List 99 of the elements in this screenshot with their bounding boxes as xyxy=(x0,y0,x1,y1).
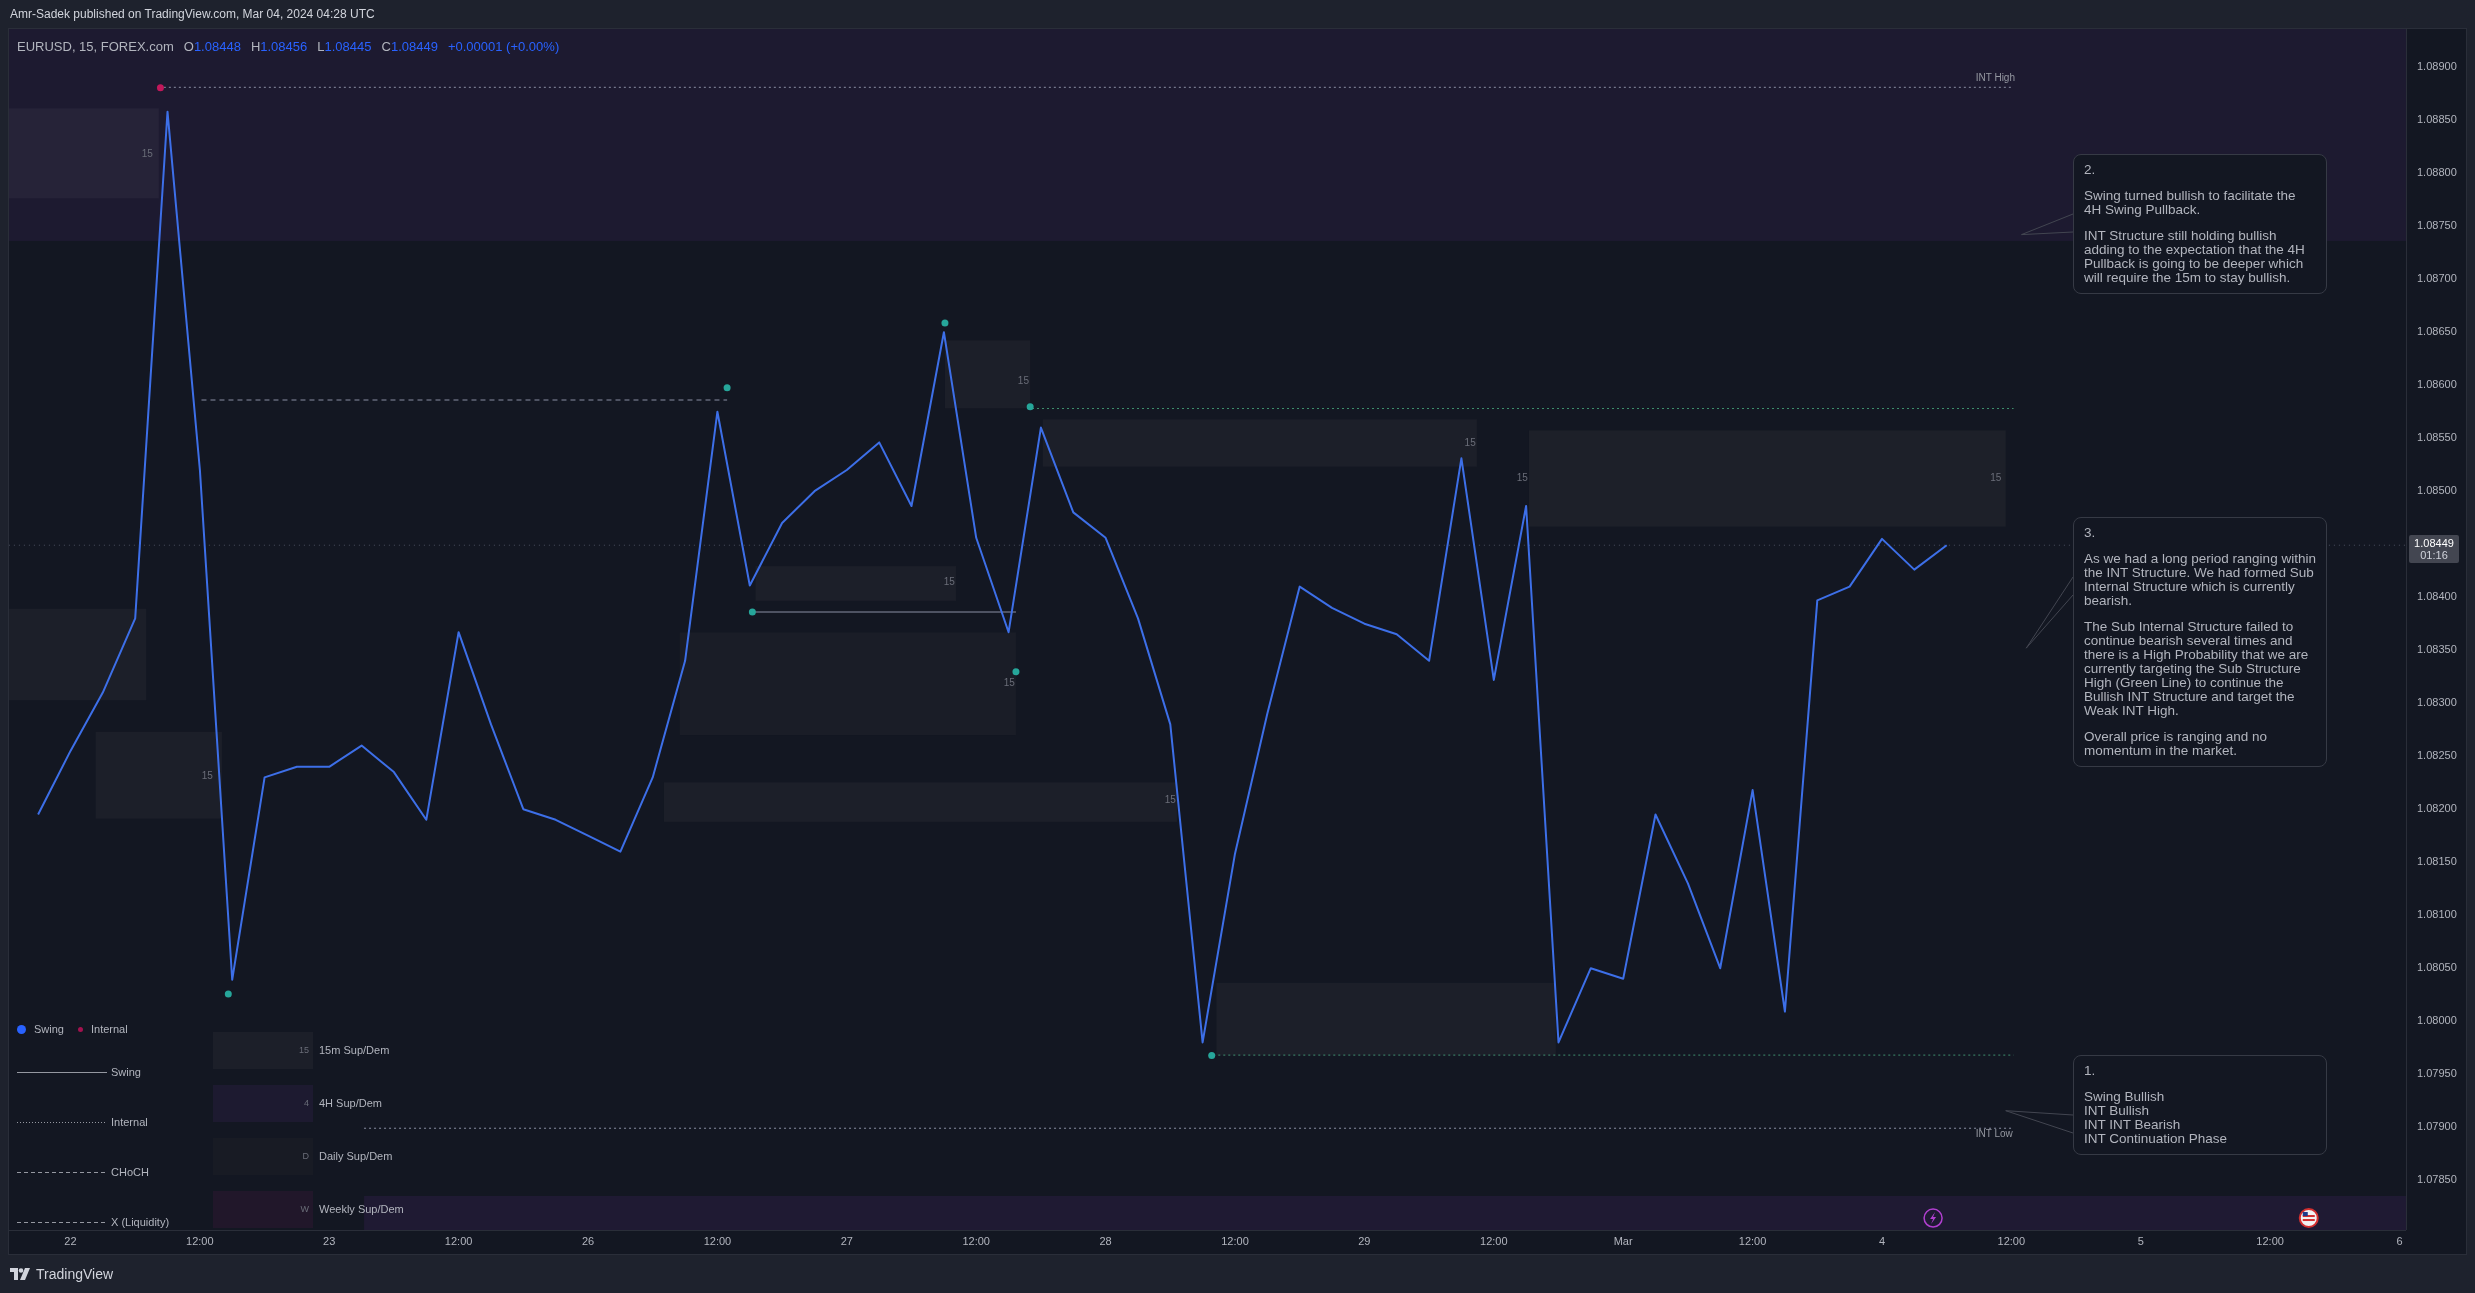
note-text: Swing Bullish INT Bullish INT INT Bearish INT Continuation Phase xyxy=(2084,1090,2229,1146)
level-label: INT Low xyxy=(1975,1129,2013,1140)
note-text: Overall price is ranging and no momentum in the market. xyxy=(2084,730,2269,758)
zone-label: 15 xyxy=(1003,677,1015,688)
price-axis-label: 1.08400 xyxy=(2417,591,2457,603)
time-axis-label: 12:00 xyxy=(703,1236,732,1247)
legend-label: X (Liquidity) xyxy=(111,1214,170,1230)
logo-icon xyxy=(10,1268,30,1280)
note-text: Swing turned bullish to facilitate the 4H Swing Pullback. xyxy=(2084,189,2297,217)
dashed-line-icon xyxy=(17,1170,107,1174)
time-axis-label: Mar xyxy=(1613,1236,1633,1247)
time-axis-label: 12:00 xyxy=(1221,1236,1249,1247)
bar-countdown: 01:16 xyxy=(2420,549,2448,562)
legend-label: 4H Sup/Dem xyxy=(319,1096,382,1112)
time-axis-label: 12:00 xyxy=(1480,1236,1508,1247)
swing-point-marker xyxy=(156,84,164,92)
price-axis-label: 1.07850 xyxy=(2417,1174,2457,1186)
time-axis-label: 6 xyxy=(2396,1236,2403,1247)
swing-point-marker xyxy=(748,608,756,616)
legend-label: Swing xyxy=(34,1021,64,1037)
symbol-name: EURUSD, 15, FOREX.com xyxy=(17,38,174,56)
zone-label: 15 xyxy=(1516,472,1528,483)
price-axis-label: 1.08350 xyxy=(2417,644,2457,656)
time-axis-label: 4 xyxy=(1878,1236,1885,1247)
solid-line-icon xyxy=(17,1070,107,1074)
zone-tag: D xyxy=(302,1149,309,1164)
swing-point-marker xyxy=(723,384,731,392)
dotted-line-icon xyxy=(17,1120,107,1124)
zone-label: 15 xyxy=(141,149,153,160)
price-axis-label: 1.08200 xyxy=(2417,803,2457,815)
legend-label: Internal xyxy=(90,1021,128,1037)
note-text: The Sub Internal Structure failed to continue bearish several times and there is a High Probability that we are currently targeting the Sub Structure High (Green Line) to continue the Bullish INT Structure and target the Weak INT High. xyxy=(2084,620,2310,718)
zone-tag: W xyxy=(300,1202,309,1217)
zone-label: 15 xyxy=(1464,437,1476,448)
zone-label: 15 xyxy=(1164,794,1176,805)
ohlc-value: H1.08456 xyxy=(250,38,308,56)
zone-label: 15 xyxy=(1017,376,1029,387)
flag-icon xyxy=(2298,1208,2319,1228)
time-axis-label: 23 xyxy=(323,1236,336,1247)
price-axis-label: 1.08100 xyxy=(2417,909,2457,921)
price-axis-label: 1.07900 xyxy=(2417,1121,2457,1133)
current-price: 1.08449 xyxy=(2414,537,2454,550)
time-axis-label: 12:00 xyxy=(962,1236,990,1247)
time-axis-label: 12:00 xyxy=(2256,1236,2284,1247)
zone-tag: 15 xyxy=(299,1043,309,1058)
zone-label: 15 xyxy=(201,771,213,782)
dashed-line-icon xyxy=(17,1220,107,1224)
legend-label: Internal xyxy=(111,1114,148,1130)
time-axis-label: 22 xyxy=(64,1236,77,1247)
time-axis-label: 12:00 xyxy=(444,1236,473,1247)
price-change: +0.00001 (+0.00%) xyxy=(447,38,560,56)
ohlc-value: O1.08448 xyxy=(183,38,241,56)
swing-point-marker xyxy=(1012,668,1020,676)
level-label: INT High xyxy=(1975,73,2015,84)
price-axis-label: 1.08300 xyxy=(2417,697,2457,709)
note-number: 1. xyxy=(2084,1064,2097,1078)
time-axis-label: 12:00 xyxy=(1997,1236,2026,1247)
time-axis-label: 28 xyxy=(1099,1236,1112,1247)
ohlc-value: C1.08449 xyxy=(381,38,438,56)
swing-point-marker xyxy=(941,319,949,327)
price-axis-label: 1.08000 xyxy=(2417,1015,2457,1027)
time-axis-label: 5 xyxy=(2137,1236,2144,1247)
lightning-icon xyxy=(1923,1208,1943,1228)
swing-point-marker xyxy=(1208,1051,1216,1059)
price-axis-label: 1.08250 xyxy=(2417,750,2457,762)
price-axis-label: 1.08800 xyxy=(2417,167,2457,179)
zone-label: 15 xyxy=(943,576,955,587)
price-axis-label: 1.08500 xyxy=(2417,485,2457,497)
price-axis-label: 1.08050 xyxy=(2417,962,2457,974)
price-axis-label: 1.08750 xyxy=(2417,220,2457,232)
note-number: 2. xyxy=(2084,163,2097,177)
time-axis-label: 27 xyxy=(840,1236,853,1247)
legend-label: Weekly Sup/Dem xyxy=(319,1202,404,1218)
price-axis-label: 1.08600 xyxy=(2417,379,2457,391)
time-axis-label: 12:00 xyxy=(186,1236,214,1247)
note-text: INT Structure still holding bullish adding to the expectation that the 4H Pullback is going to be deeper which will require the 15m to stay bullish. xyxy=(2084,229,2306,285)
legend-label: CHoCH xyxy=(111,1164,149,1180)
zone-tag: 4 xyxy=(304,1096,309,1111)
legend-label: 15m Sup/Dem xyxy=(319,1043,390,1059)
zone-label: 15 xyxy=(1990,472,2002,483)
price-axis-label: 1.08700 xyxy=(2417,273,2457,285)
time-axis-label: 29 xyxy=(1358,1236,1371,1247)
price-axis-label: 1.08850 xyxy=(2417,114,2457,126)
price-axis-label: 1.08650 xyxy=(2417,326,2457,338)
price-axis-label: 1.08900 xyxy=(2417,61,2457,73)
time-axis-label: 12:00 xyxy=(1738,1236,1767,1247)
price-axis-label: 1.08150 xyxy=(2417,856,2457,868)
publisher-byline: Amr-Sadek published on TradingView.com, Mar 04, 2024 04:28 UTC xyxy=(10,6,375,23)
ohlc-value: L1.08445 xyxy=(317,38,372,56)
brand-name: TradingView xyxy=(36,1264,114,1284)
note-number: 3. xyxy=(2084,526,2097,540)
legend-label: Swing xyxy=(111,1064,141,1080)
legend-label: Daily Sup/Dem xyxy=(319,1149,393,1165)
price-axis-label: 1.08550 xyxy=(2417,432,2457,444)
swing-point-marker xyxy=(1026,403,1034,411)
price-axis-label: 1.07950 xyxy=(2417,1068,2457,1080)
swing-point-marker xyxy=(224,990,232,998)
note-text: As we had a long period ranging within the INT Structure. We had formed Sub Internal Structure which is currently bearish. xyxy=(2084,552,2316,608)
time-axis-label: 26 xyxy=(581,1236,595,1247)
